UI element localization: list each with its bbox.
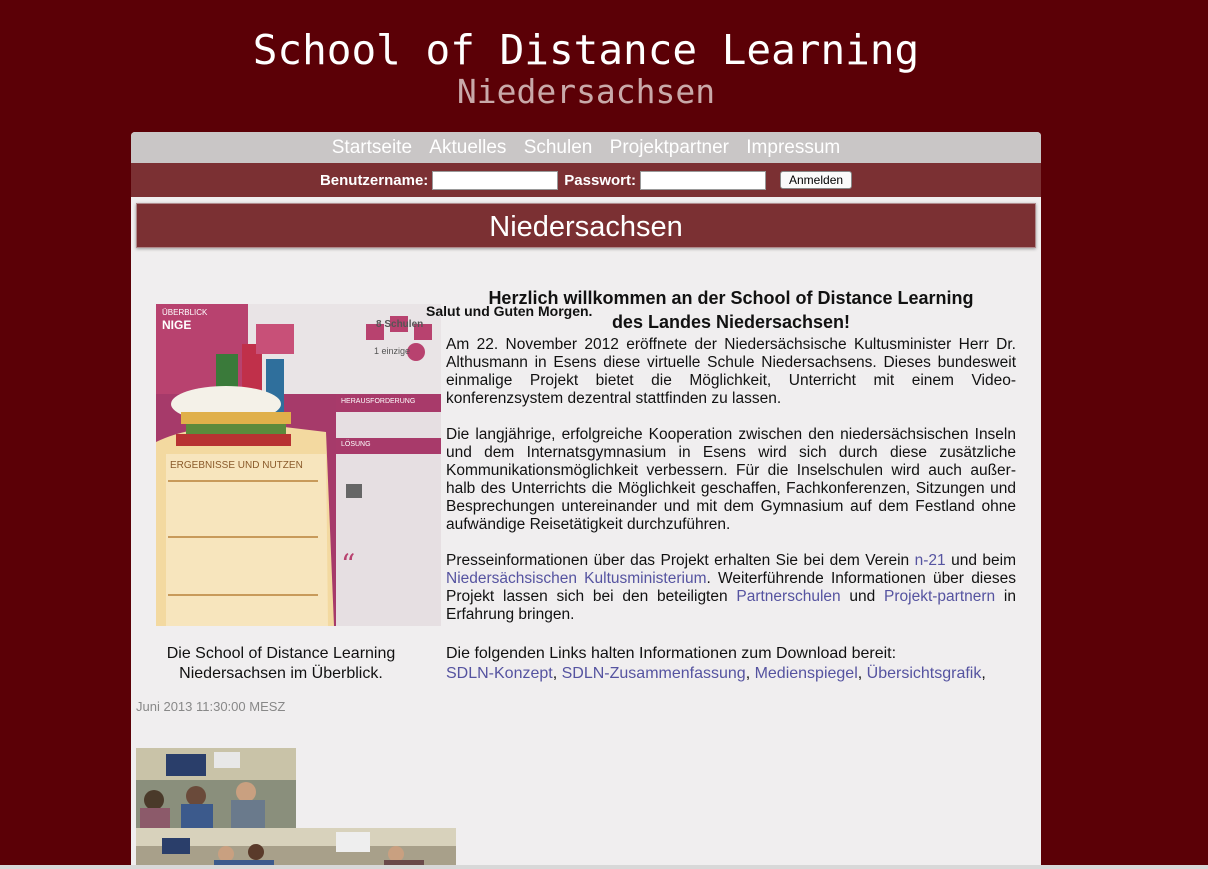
link-n21[interactable]: n-21	[915, 552, 946, 569]
bottom-scrollbar	[0, 865, 1208, 869]
infographic-unique-label: 1 einzige	[374, 346, 411, 356]
overview-infographic[interactable]: “ ÜBERBLICK NIGE 8 Schulen 1 einzige HER…	[156, 304, 441, 626]
infographic-nige-label: NIGE	[162, 318, 192, 332]
site-title: School of Distance Learning	[252, 26, 920, 74]
download-link-zusammenfassung[interactable]: SDLN-Zusammenfassung	[562, 665, 746, 682]
infographic-solution-label: LÖSUNG	[341, 441, 371, 448]
nav-item-startseite[interactable]: Startseite	[332, 137, 412, 158]
infographic-results-label: ERGEBNISSE UND NUTZEN	[170, 460, 303, 471]
classroom-photo-1-graphic	[136, 748, 296, 828]
password-label: Passwort:	[564, 171, 636, 189]
download-link-medienspiegel[interactable]: Medienspiegel	[755, 665, 858, 682]
link-projektpartnern[interactable]: Projekt-partnern	[884, 588, 995, 605]
article-paragraph-1: Am 22. November 2012 eröffnete der Niede…	[446, 336, 1016, 407]
password-input[interactable]	[640, 170, 766, 190]
login-bar: Benutzername: Passwort: Anmelden	[131, 163, 1041, 197]
article-paragraph-3: Presseinformationen über das Projekt erh…	[446, 552, 1016, 624]
main-nav: Startseite Aktuelles Schulen Projektpart…	[131, 132, 1041, 163]
infographic-challenge-label: HERAUSFORDERUNG	[341, 398, 416, 405]
nav-item-projektpartner[interactable]: Projektpartner	[610, 137, 729, 158]
p3-text-2: und beim	[945, 552, 1017, 569]
p3-text-1: Presseinformationen über das Projekt erh…	[446, 552, 915, 569]
nav-item-impressum[interactable]: Impressum	[746, 137, 840, 158]
infographic-caption-line2: Niedersachsen im Überblick.	[179, 665, 383, 682]
downloads-intro: Die folgenden Links halten Informationen…	[446, 645, 897, 662]
login-button[interactable]: Anmelden	[780, 171, 853, 189]
infographic-caption: Die School of Distance Learning Niedersa…	[151, 644, 411, 684]
nav-item-aktuelles[interactable]: Aktuelles	[429, 137, 506, 158]
username-label: Benutzername:	[319, 171, 429, 189]
infographic-caption-line1: Die School of Distance Learning	[166, 645, 396, 662]
article-paragraph-2: Die langjährige, erfolgreiche Kooperatio…	[446, 426, 1016, 533]
classroom-photo-1[interactable]	[136, 748, 296, 828]
download-link-konzept[interactable]: SDLN-Konzept	[446, 665, 553, 682]
link-kultusministerium[interactable]: Niedersächsischen Kultusministerium	[446, 570, 707, 587]
greeting-text: Salut und Guten Morgen.	[426, 303, 593, 319]
timestamp: Juni 2013 11:30:00 MESZ	[136, 699, 286, 714]
infographic-schools-label: 8 Schulen	[376, 319, 424, 330]
downloads-links: SDLN-Konzept, SDLN-Zusammenfassung, Medi…	[446, 665, 986, 682]
content-container: Startseite Aktuelles Schulen Projektpart…	[131, 132, 1041, 869]
classroom-photo-2[interactable]	[136, 828, 456, 869]
page-heading: Niedersachsen	[136, 203, 1036, 248]
infographic-overview-label: ÜBERBLICK	[162, 308, 208, 317]
downloads-section: Die folgenden Links halten Informationen…	[446, 644, 1016, 684]
p3-text-4: und	[840, 588, 885, 605]
svg-text:“: “	[341, 548, 355, 581]
classroom-photo-2-graphic	[136, 828, 456, 869]
username-input[interactable]	[432, 170, 559, 190]
download-link-uebersichtsgrafik[interactable]: Übersichtsgrafik	[867, 665, 982, 682]
site-subtitle: Niedersachsen	[456, 72, 716, 111]
article-body: Am 22. November 2012 eröffnete der Niede…	[446, 336, 1016, 642]
nav-item-schulen[interactable]: Schulen	[524, 137, 593, 158]
link-partnerschulen[interactable]: Partnerschulen	[736, 588, 840, 605]
